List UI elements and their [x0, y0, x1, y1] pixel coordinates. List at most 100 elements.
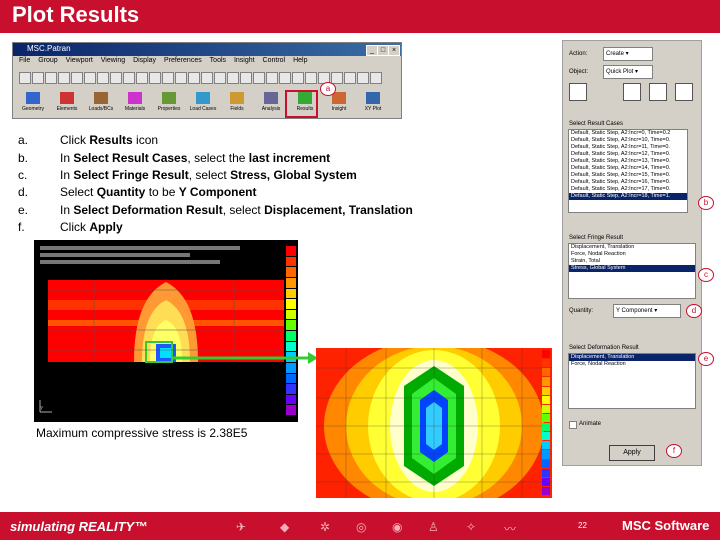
list-item[interactable]: Strain, Total	[569, 258, 695, 265]
menu-preferences[interactable]: Preferences	[164, 57, 202, 64]
menu-viewing[interactable]: Viewing	[101, 57, 125, 64]
toolbar-button[interactable]	[136, 72, 148, 84]
list-item[interactable]: Default, Static Step, A2:Incr=11, Time=0…	[569, 144, 687, 151]
toolbar-button[interactable]	[344, 72, 356, 84]
menu-file[interactable]: File	[19, 57, 30, 64]
toolbar-button[interactable]	[331, 72, 343, 84]
toolbar-button[interactable]	[45, 72, 57, 84]
result-cases-listbox[interactable]: Default, Static Step, A2:Incr=0, Time=0.…	[568, 129, 688, 213]
instruction-key: c.	[18, 168, 28, 182]
list-item[interactable]: Stress, Global System	[569, 265, 695, 272]
toolbar-button[interactable]	[162, 72, 174, 84]
toolbar-button[interactable]	[201, 72, 213, 84]
toolbar-button[interactable]	[266, 72, 278, 84]
list-item[interactable]: Default, Static Step, A2:Incr=17, Time=0…	[569, 186, 687, 193]
toolbar-button[interactable]	[188, 72, 200, 84]
toolbar-button[interactable]	[370, 72, 382, 84]
app-loads-bcs-icon[interactable]	[94, 92, 108, 104]
list-item[interactable]: Default, Static Step, A2:Incr=0, Time=0.…	[569, 130, 687, 137]
toolbar-button[interactable]	[214, 72, 226, 84]
legend-swatch	[286, 309, 296, 320]
toolbar-button[interactable]	[84, 72, 96, 84]
close-button[interactable]: ×	[388, 45, 400, 56]
menu-group[interactable]: Group	[38, 57, 57, 64]
app-xy-plot-icon[interactable]	[366, 92, 380, 104]
toolbar-button[interactable]	[227, 72, 239, 84]
app-properties-icon[interactable]	[162, 92, 176, 104]
options-tool-icon[interactable]	[675, 83, 693, 101]
app-label: Insight	[331, 106, 347, 112]
toolbar-button[interactable]	[71, 72, 83, 84]
list-item[interactable]: Force, Nodal Reaction	[569, 251, 695, 258]
toolbar-button[interactable]	[19, 72, 31, 84]
menu-display[interactable]: Display	[133, 57, 156, 64]
app-elements-icon[interactable]	[60, 92, 74, 104]
instruction-text: In Select Fringe Result, select Stress, …	[60, 168, 357, 182]
list-item[interactable]: Default, Static Step, A2:Incr=13, Time=0…	[569, 158, 687, 165]
toolbar-button[interactable]	[279, 72, 291, 84]
patran-menubar: File Group Viewport Viewing Display Pref…	[13, 57, 401, 68]
menu-viewport[interactable]: Viewport	[66, 57, 93, 64]
instruction-text: Click Apply	[60, 220, 123, 234]
object-dropdown[interactable]: Quick Plot ▾	[603, 65, 653, 79]
animate-checkbox[interactable]	[569, 421, 577, 429]
legend-swatch	[286, 267, 296, 277]
results-highlight	[285, 90, 318, 118]
list-item[interactable]: Displacement, Translation	[569, 244, 695, 251]
toolbar-button[interactable]	[58, 72, 70, 84]
callout-e: e	[698, 352, 714, 366]
patran-window: MSC.Patran _ □ × File Group Viewport Vie…	[12, 42, 402, 119]
apply-button[interactable]: Apply	[609, 445, 655, 461]
menu-control[interactable]: Control	[263, 57, 286, 64]
app-label: Analysis	[261, 106, 281, 112]
instruction-fragment: Select	[60, 185, 97, 199]
instruction-fragment: In	[60, 203, 74, 217]
app-materials-icon[interactable]	[128, 92, 142, 104]
fringe-result-listbox[interactable]: Displacement, Translation Force, Nodal Re…	[568, 243, 696, 299]
list-item[interactable]: Default, Static Step, A2:Incr=16, Time=0…	[569, 179, 687, 186]
toolbar-button[interactable]	[240, 72, 252, 84]
instruction-key: d.	[18, 185, 29, 199]
app-load-cases-icon[interactable]	[196, 92, 210, 104]
legend-swatch	[542, 477, 550, 486]
zoom-legend	[542, 350, 550, 496]
menu-tools[interactable]: Tools	[210, 57, 226, 64]
instruction-emphasis: Quantity	[96, 185, 146, 199]
action-dropdown[interactable]: Create ▾	[603, 47, 653, 61]
list-item[interactable]: Displacement, Translation	[569, 354, 695, 361]
fringe-tool-icon[interactable]	[623, 83, 641, 101]
toolbar-button[interactable]	[97, 72, 109, 84]
list-item[interactable]: Force, Nodal Reaction	[569, 361, 695, 368]
toolbar-button[interactable]	[357, 72, 369, 84]
toolbar-button[interactable]	[123, 72, 135, 84]
callout-c: c	[698, 268, 714, 282]
app-analysis-icon[interactable]	[264, 92, 278, 104]
list-icon[interactable]	[569, 83, 587, 101]
toolbar-button[interactable]	[32, 72, 44, 84]
quantity-dropdown[interactable]: Y Component ▾	[613, 304, 681, 318]
toolbar-button[interactable]	[253, 72, 265, 84]
toolbar-button[interactable]	[149, 72, 161, 84]
page-number: 22	[578, 521, 587, 530]
toolbar-button[interactable]	[292, 72, 304, 84]
instruction-emphasis: Select Deformation Result	[73, 203, 223, 217]
app-insight-icon[interactable]	[332, 92, 346, 104]
list-item[interactable]: Default, Static Step, A2:Incr=18, Time=1…	[569, 193, 687, 200]
menu-insight[interactable]: Insight	[234, 57, 255, 64]
toolbar-button[interactable]	[175, 72, 187, 84]
menu-help[interactable]: Help	[293, 57, 307, 64]
gear-icon: ✲	[320, 520, 331, 534]
list-item[interactable]: Default, Static Step, A2:Incr=15, Time=0…	[569, 172, 687, 179]
app-label: Properties	[157, 106, 181, 112]
app-geometry-icon[interactable]	[26, 92, 40, 104]
display-tool-icon[interactable]	[649, 83, 667, 101]
list-item[interactable]: Default, Static Step, A2:Incr=12, Time=0…	[569, 151, 687, 158]
wave-icon: 〰	[504, 522, 517, 536]
list-item[interactable]: Default, Static Step, A2:Incr=10, Time=0…	[569, 137, 687, 144]
toolbar-button[interactable]	[110, 72, 122, 84]
app-label: Elements	[56, 106, 78, 112]
app-fields-icon[interactable]	[230, 92, 244, 104]
deformation-result-listbox[interactable]: Displacement, Translation Force, Nodal Re…	[568, 353, 696, 409]
list-item[interactable]: Default, Static Step, A2:Incr=14, Time=0…	[569, 165, 687, 172]
toolbar-button[interactable]	[305, 72, 317, 84]
